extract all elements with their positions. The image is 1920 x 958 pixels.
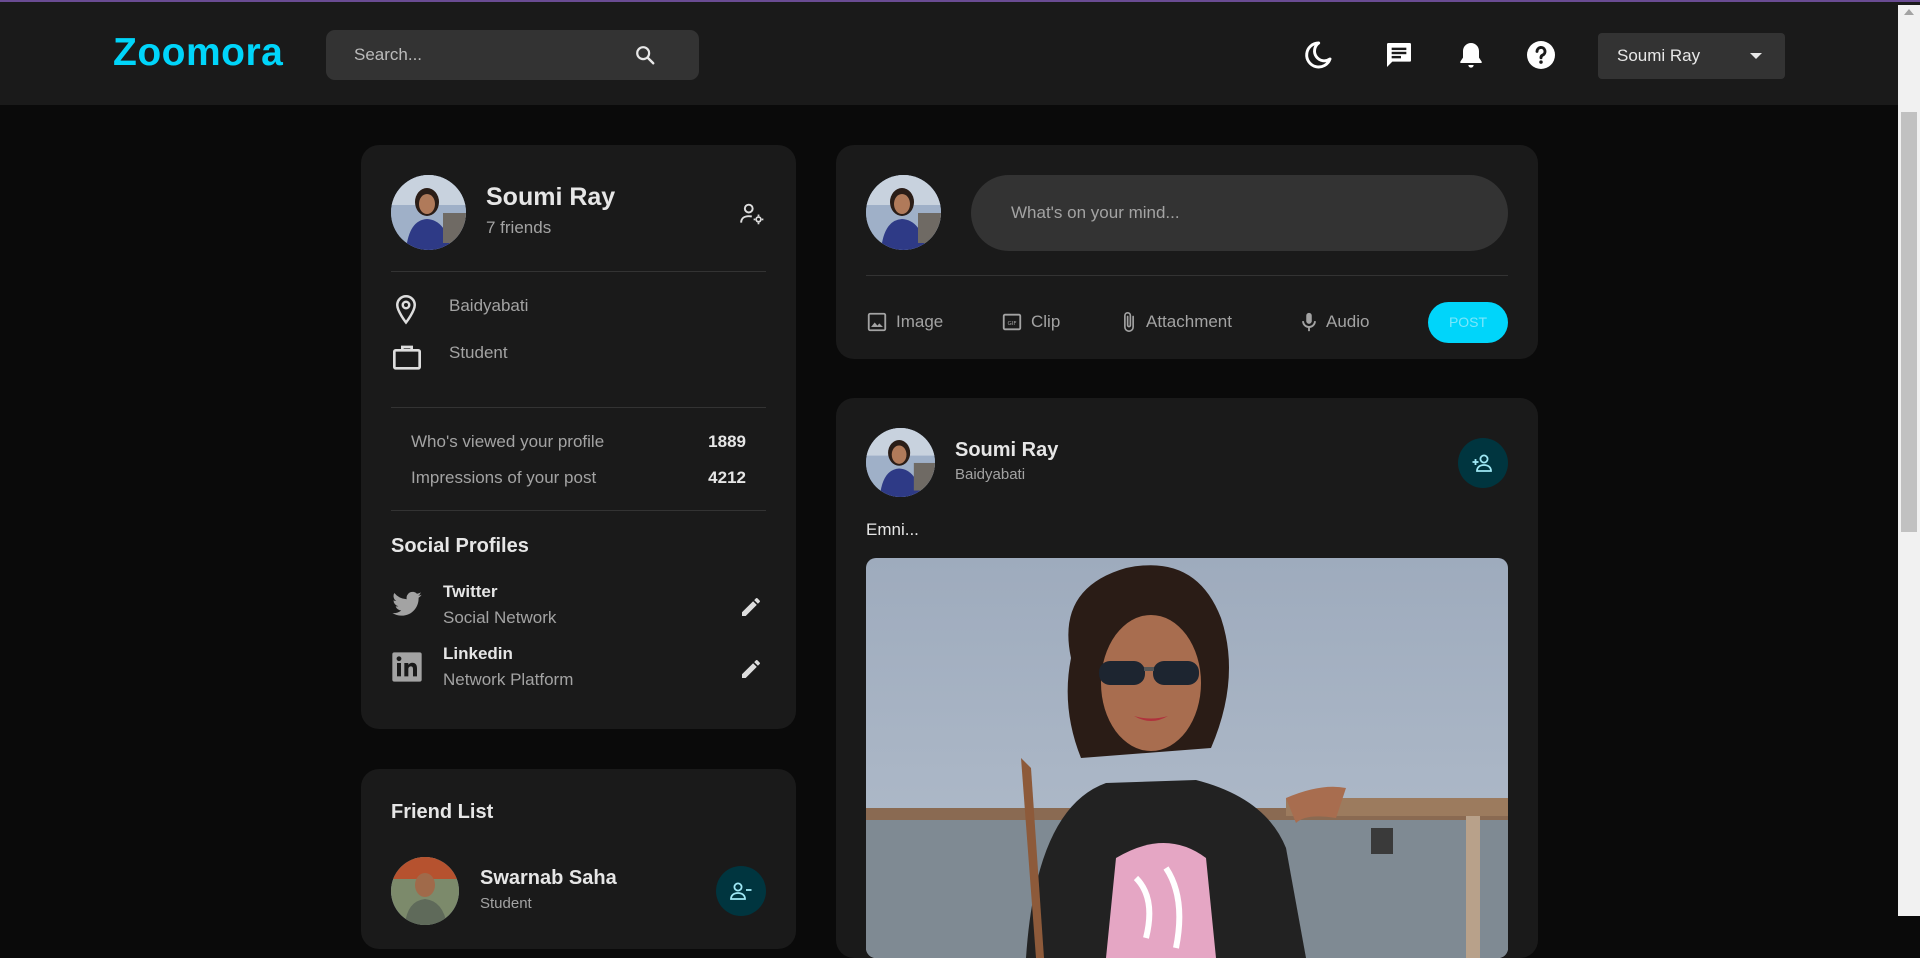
help-icon[interactable] [1525,39,1557,71]
composer-action-attachment-label: Attachment [1146,312,1232,331]
stat-value-profile-views: 1889 [708,432,746,451]
stat-label-profile-views: Who's viewed your profile [411,432,605,451]
composer-action-attachment[interactable]: Attachment [1118,309,1248,337]
navbar: Zoomora Soumi Ray [0,5,1898,105]
post-author-location: Baidyabati [955,466,1026,483]
divider [866,275,1508,276]
user-dropdown-name: Soumi Ray [1617,46,1701,65]
manage-account-icon[interactable] [739,201,765,227]
divider [391,271,766,272]
twitter-icon [392,591,422,616]
social-twitter-name[interactable]: Twitter [443,582,497,602]
add-friend-button[interactable] [1458,438,1508,488]
edit-pencil-icon[interactable] [739,595,763,619]
profile-avatar[interactable] [391,175,466,250]
composer-avatar[interactable] [866,175,941,250]
social-linkedin-desc: Network Platform [443,670,574,689]
search-box [326,30,699,80]
search-icon[interactable] [634,44,656,66]
paperclip-icon [1124,312,1134,332]
social-twitter-desc: Social Network [443,608,557,627]
divider [391,407,766,408]
scroll-up-arrow-icon[interactable] [1904,9,1914,15]
social-profiles-title: Social Profiles [391,535,529,557]
composer-action-image[interactable]: Image [866,309,951,337]
composer-action-audio[interactable]: Audio [1298,309,1383,337]
profile-name[interactable]: Soumi Ray [486,183,615,212]
composer-action-audio-label: Audio [1326,312,1370,331]
edit-pencil-icon[interactable] [739,657,763,681]
friend-avatar[interactable] [391,857,459,925]
social-linkedin-name[interactable]: Linkedin [443,644,513,664]
profile-card: Soumi Ray 7 friends Baidyabati Student W… [361,145,796,729]
friend-subtitle: Student [480,895,532,912]
post-text: Emni... [866,520,919,539]
message-icon[interactable] [1383,39,1415,71]
gif-icon: GIF [1002,313,1022,331]
bell-icon[interactable] [1455,39,1487,71]
svg-text:GIF: GIF [1007,321,1016,327]
friend-list-title: Friend List [391,801,494,823]
stat-label-post-impressions: Impressions of your post [411,468,597,487]
linkedin-icon [392,652,422,682]
app-logo[interactable]: Zoomora [113,31,283,75]
briefcase-icon [393,345,421,370]
divider [391,510,766,511]
post-author-avatar[interactable] [866,428,935,497]
profile-location: Baidyabati [449,296,529,315]
composer-action-clip-label: Clip [1031,312,1061,331]
post-button-label: POST [1448,314,1488,330]
search-input[interactable] [354,30,634,80]
friend-name[interactable]: Swarnab Saha [480,867,617,890]
profile-occupation: Student [449,343,508,362]
scrollbar-thumb[interactable] [1901,112,1917,532]
person-add-icon [1472,454,1492,472]
composer-action-image-label: Image [896,312,944,331]
location-pin-icon [395,294,417,325]
remove-friend-button[interactable] [716,866,766,916]
post-button[interactable]: POST [1428,302,1508,343]
composer-action-clip[interactable]: GIF Clip [1001,309,1066,337]
post-composer-card: What's on your mind... Image GIF Clip At… [836,145,1538,359]
post-input[interactable]: What's on your mind... [971,175,1508,251]
stat-value-post-impressions: 4212 [708,468,746,487]
post-card: Soumi Ray Baidyabati Emni... [836,398,1538,958]
user-dropdown[interactable]: Soumi Ray [1598,33,1785,79]
mic-icon [1302,312,1316,332]
moon-icon[interactable] [1302,39,1334,71]
person-remove-icon [730,882,752,900]
post-author-name[interactable]: Soumi Ray [955,439,1058,462]
image-icon [867,312,887,332]
profile-friends-count: 7 friends [486,218,552,237]
friend-list-card: Friend List Swarnab Saha Student [361,769,796,949]
caret-down-icon [1750,53,1762,59]
post-input-placeholder: What's on your mind... [1011,203,1180,222]
post-image[interactable] [866,558,1508,958]
